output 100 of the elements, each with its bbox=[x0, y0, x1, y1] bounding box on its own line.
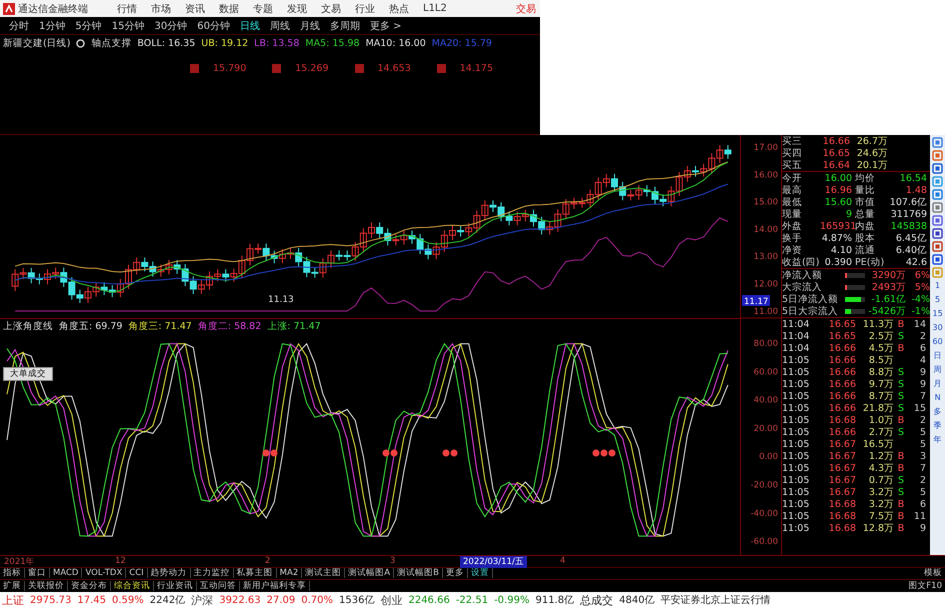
pivot-level: 15.790 bbox=[213, 63, 246, 74]
axis-label: 16.00 bbox=[754, 170, 778, 180]
indicator-value: MA10: 16.00 bbox=[366, 38, 426, 48]
period-button[interactable]: 15 bbox=[932, 308, 943, 320]
quote-value: 1.48 bbox=[904, 184, 927, 196]
indicator-tab[interactable]: 测试主图 bbox=[302, 568, 346, 578]
period-tab[interactable]: 月线 bbox=[294, 18, 325, 32]
tick-count: 6 bbox=[918, 498, 926, 510]
menu-item[interactable]: L1L2 bbox=[416, 3, 454, 14]
pivot-marker-icon bbox=[436, 64, 446, 73]
extension-tab[interactable]: 行业资讯 bbox=[154, 580, 197, 591]
indicator-tab[interactable]: 更多 bbox=[442, 568, 468, 578]
chart-tool-icon[interactable] bbox=[932, 228, 944, 239]
period-button[interactable]: 30 bbox=[932, 322, 943, 334]
template-button[interactable]: 模板 bbox=[921, 567, 945, 580]
indicator-tab[interactable]: 主力监控 bbox=[190, 568, 234, 578]
date-cursor-label: 2022/03/11/五 bbox=[460, 556, 527, 568]
signal-marker-icon bbox=[382, 450, 398, 456]
indicator-tab[interactable]: 趋势动力 bbox=[148, 568, 191, 578]
chart-tool-icon[interactable] bbox=[932, 163, 944, 174]
pivot-marker-icon bbox=[354, 64, 364, 73]
period-button[interactable]: 多 bbox=[934, 406, 942, 418]
period-tab[interactable]: 更多 > bbox=[364, 18, 407, 32]
indicator-tab[interactable]: 指标 bbox=[0, 568, 25, 578]
extension-tab[interactable]: 资金分布 bbox=[68, 580, 111, 591]
indicator-tab[interactable]: VOL-TDX bbox=[82, 568, 126, 578]
menu-item[interactable]: 行情 bbox=[110, 2, 144, 16]
index-name: 沪深 bbox=[191, 592, 214, 608]
quote-label: 量比 bbox=[854, 184, 876, 196]
trade-button[interactable]: 交易 bbox=[512, 2, 540, 16]
trade-side: S bbox=[898, 330, 904, 342]
chart-tool-icon[interactable] bbox=[932, 241, 944, 252]
extension-tab[interactable]: 互动问答 bbox=[197, 580, 240, 591]
pivot-level: 14.175 bbox=[460, 63, 493, 74]
f10-button[interactable]: 图文F10 bbox=[905, 580, 945, 592]
tick-time: 11:04 bbox=[782, 318, 810, 330]
trade-side: B bbox=[898, 462, 904, 474]
tick-price: 16.68 bbox=[828, 414, 856, 426]
menu-item[interactable]: 数据 bbox=[212, 2, 246, 16]
signal-marker-icon bbox=[592, 450, 616, 456]
extension-tab[interactable]: 综合资讯 bbox=[111, 580, 154, 591]
period-tab[interactable]: 15分钟 bbox=[106, 18, 150, 32]
period-button[interactable]: 周 bbox=[934, 364, 942, 376]
indicator-value: 上涨: 71.47 bbox=[267, 320, 321, 332]
indicator-tab[interactable]: MA2 bbox=[276, 568, 302, 578]
indicator-tab[interactable]: 测试幅图A bbox=[345, 568, 394, 578]
chart-tool-icon[interactable] bbox=[932, 254, 944, 265]
indicator-tab[interactable]: 窗口 bbox=[25, 568, 50, 578]
menu-item[interactable]: 市场 bbox=[144, 2, 178, 16]
period-tab[interactable]: 日线 bbox=[234, 18, 265, 32]
tick-volume: 12.8万 bbox=[862, 522, 894, 534]
period-tab[interactable]: 分时 bbox=[4, 18, 34, 32]
tick-price: 16.66 bbox=[828, 342, 856, 354]
quote-value: 16.66 bbox=[822, 136, 850, 146]
period-tab[interactable]: 周线 bbox=[264, 18, 295, 32]
tick-price: 16.67 bbox=[828, 438, 856, 450]
quote-value: 5% bbox=[914, 282, 930, 292]
quote-label: 总量 bbox=[854, 208, 876, 220]
tick-count: 5 bbox=[918, 426, 926, 438]
indicator-tab[interactable]: 私募主图 bbox=[234, 568, 277, 578]
menu-item[interactable]: 资讯 bbox=[178, 2, 212, 16]
axis-label: 11.00 bbox=[754, 306, 778, 317]
extension-tab[interactable]: 扩展 bbox=[0, 580, 25, 591]
period-button[interactable]: 日 bbox=[934, 350, 942, 362]
chart-tool-icon[interactable] bbox=[932, 202, 944, 213]
menu-item[interactable]: 发现 bbox=[280, 2, 314, 16]
period-button[interactable]: 5 bbox=[935, 294, 940, 306]
chart-tool-icon[interactable] bbox=[932, 137, 944, 148]
menu-item[interactable]: 热点 bbox=[382, 2, 416, 16]
indicator-tab[interactable]: CCI bbox=[126, 568, 148, 578]
indicator-tab[interactable]: 设置 bbox=[468, 568, 493, 578]
quote-label: 5日净流入额 bbox=[782, 292, 840, 306]
period-button[interactable]: N bbox=[934, 392, 941, 404]
period-button[interactable]: 60 bbox=[932, 336, 943, 348]
quote-value: 16.64 bbox=[822, 160, 850, 170]
period-tab[interactable]: 1分钟 bbox=[34, 18, 70, 32]
menu-item[interactable]: 专题 bbox=[246, 2, 280, 16]
menu-item[interactable]: 文易 bbox=[314, 2, 348, 16]
chart-tool-icon[interactable] bbox=[932, 215, 944, 226]
indicator-tab[interactable]: 测试幅图B bbox=[394, 568, 443, 578]
tick-count: 14 bbox=[912, 318, 926, 330]
quote-value: 16.65 bbox=[822, 148, 850, 158]
period-button[interactable]: 月 bbox=[934, 378, 942, 390]
chart-tool-icon[interactable] bbox=[932, 150, 944, 161]
chart-tool-icon[interactable] bbox=[932, 189, 944, 200]
period-tab[interactable]: 30分钟 bbox=[149, 18, 192, 32]
period-tab[interactable]: 多周期 bbox=[324, 18, 365, 32]
extension-tab[interactable]: 关联报价 bbox=[25, 580, 68, 591]
period-button[interactable]: 1 bbox=[935, 280, 940, 292]
period-tab[interactable]: 60分钟 bbox=[192, 18, 235, 32]
axis-label: -40.00 bbox=[750, 508, 778, 519]
period-button[interactable]: 季 bbox=[934, 420, 942, 432]
period-tab[interactable]: 5分钟 bbox=[70, 18, 107, 32]
period-button[interactable]: 年 bbox=[934, 434, 942, 446]
indicator-tab[interactable]: MACD bbox=[50, 568, 82, 578]
extension-tab[interactable]: 新用户福利专享 bbox=[240, 580, 310, 591]
quote-value: 0.390 bbox=[824, 256, 852, 268]
total-value: 4840亿 bbox=[619, 594, 655, 608]
settings-icon bbox=[76, 38, 86, 48]
menu-item[interactable]: 行业 bbox=[348, 2, 382, 16]
